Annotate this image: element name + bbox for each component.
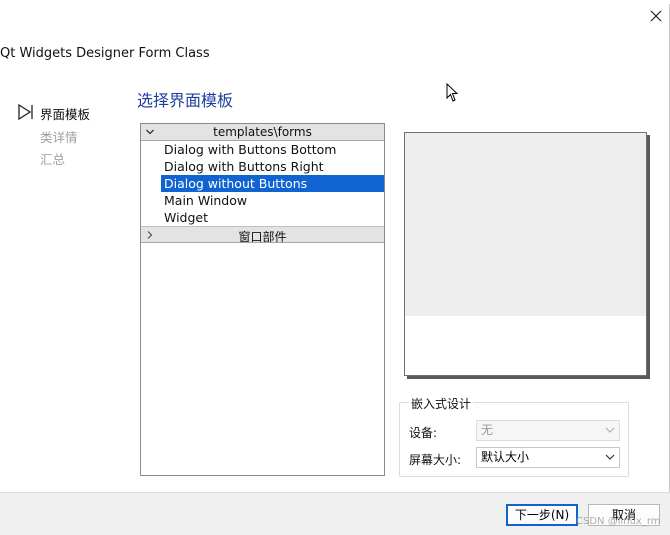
nav-step-summary: 汇总 [40, 152, 66, 167]
tree-item-dialog-without-buttons[interactable]: Dialog without Buttons [161, 175, 384, 192]
nav-step-class-details: 类详情 [40, 130, 78, 145]
section-heading: 选择界面模板 [137, 91, 234, 110]
close-icon [650, 10, 662, 22]
close-button[interactable] [645, 5, 667, 27]
chevron-down-icon[interactable] [605, 453, 615, 461]
title-strip [0, 0, 670, 4]
current-step-arrow-icon [18, 104, 33, 120]
tree-item-dialog-buttons-bottom[interactable]: Dialog with Buttons Bottom [161, 141, 384, 158]
screen-size-combo[interactable]: 默认大小 [476, 447, 620, 468]
new-form-wizard-dialog: Qt Widgets Designer Form Class 界面模板 类详情 … [0, 0, 670, 535]
tree-group-label: templates\forms [213, 125, 312, 139]
preview-form-area [405, 133, 646, 316]
tree-group-templates-forms[interactable]: templates\forms [141, 124, 384, 141]
device-combo-value: 无 [481, 423, 494, 437]
tree-group-label: 窗口部件 [238, 230, 287, 244]
mouse-pointer-icon [446, 83, 459, 102]
tree-item-dialog-buttons-right[interactable]: Dialog with Buttons Right [161, 158, 384, 175]
chevron-down-icon [605, 427, 615, 433]
tree-item-widget[interactable]: Widget [161, 209, 384, 226]
device-label: 设备: [409, 426, 438, 440]
watermark: CSDN @linux_rm [576, 516, 661, 527]
tree-item-main-window[interactable]: Main Window [161, 192, 384, 209]
screen-size-combo-value: 默认大小 [481, 450, 530, 464]
template-tree[interactable]: templates\forms Dialog with Buttons Bott… [140, 123, 385, 476]
nav-step-form-template: 界面模板 [40, 107, 91, 122]
template-preview [404, 132, 647, 376]
next-button[interactable]: 下一步(N) [506, 504, 578, 526]
tree-group-widgets[interactable]: 窗口部件 [141, 226, 384, 244]
device-combo: 无 [476, 420, 620, 441]
embedded-design-title: 嵌入式设计 [409, 395, 474, 412]
wizard-title: Qt Widgets Designer Form Class [0, 46, 210, 61]
screen-size-label: 屏幕大小: [409, 453, 462, 467]
